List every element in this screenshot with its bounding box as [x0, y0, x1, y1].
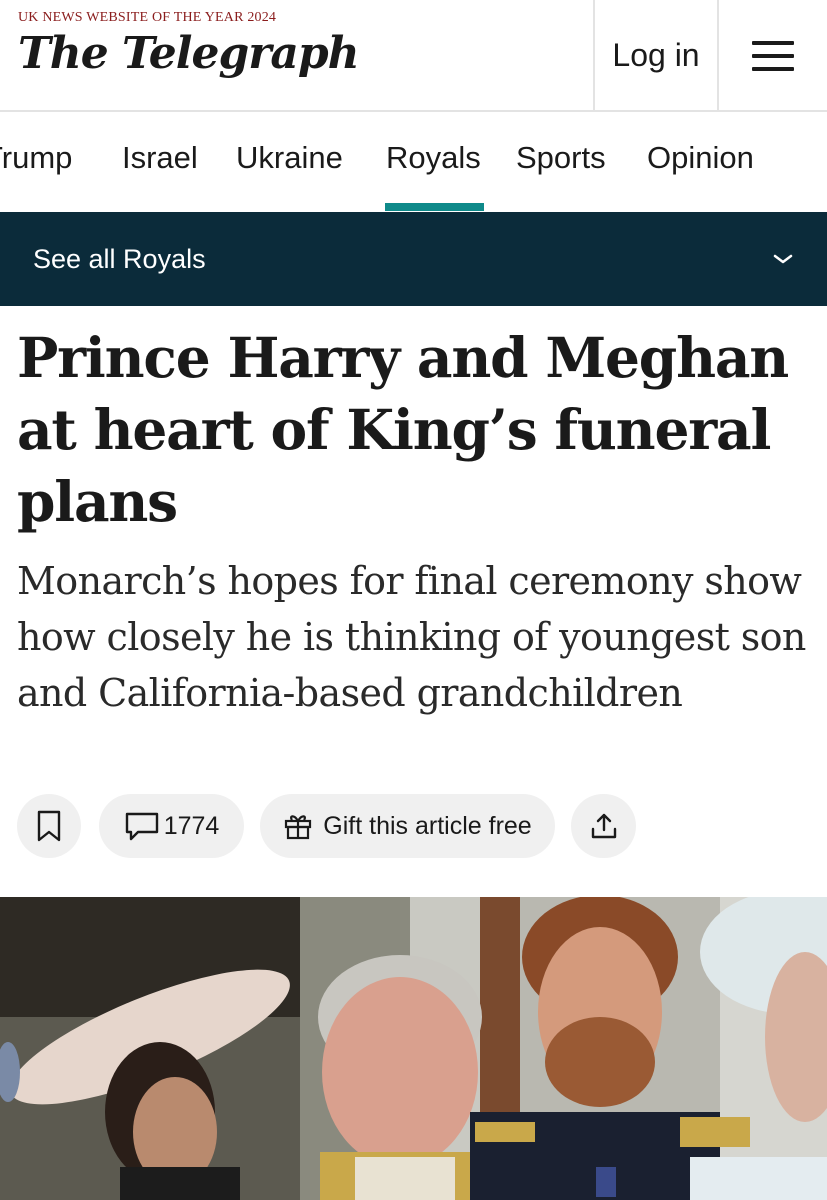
section-nav: Trump Israel Ukraine Royals Sports Opini… [0, 112, 827, 212]
login-button[interactable]: Log in [593, 0, 719, 111]
site-header: UK NEWS WEBSITE OF THE YEAR 2024 The Tel… [0, 0, 827, 112]
share-icon [591, 813, 616, 839]
award-tagline: UK NEWS WEBSITE OF THE YEAR 2024 [18, 10, 277, 25]
active-tab-indicator [385, 203, 484, 211]
nav-item-trump[interactable]: Trump [0, 140, 72, 176]
gift-article-button[interactable]: Gift this article free [260, 794, 555, 858]
nav-item-sports[interactable]: Sports [516, 140, 606, 176]
nav-item-ukraine[interactable]: Ukraine [236, 140, 343, 176]
share-button[interactable] [571, 794, 636, 858]
telegraph-logo[interactable]: The Telegraph [18, 32, 360, 76]
comment-icon [125, 812, 158, 841]
gift-label: Gift this article free [323, 811, 532, 840]
article-standfirst: Monarch’s hopes for final ceremony show … [17, 559, 806, 715]
nav-item-opinion[interactable]: Opinion [647, 140, 754, 176]
bookmark-button[interactable] [17, 794, 81, 858]
royal-family-balcony-photo [0, 897, 827, 1200]
nav-item-royals[interactable]: Royals [386, 140, 481, 176]
article-headline: Prince Harry and Meghan at heart of King… [17, 325, 789, 534]
chevron-down-icon [773, 254, 793, 264]
menu-button[interactable] [719, 0, 827, 111]
bookmark-icon [37, 810, 61, 842]
comments-button[interactable]: 1774 [99, 794, 244, 858]
brand[interactable]: UK NEWS WEBSITE OF THE YEAR 2024 The Tel… [18, 10, 360, 76]
hamburger-menu-icon [752, 40, 794, 71]
see-all-royals-dropdown[interactable]: See all Royals [0, 212, 827, 306]
nav-item-israel[interactable]: Israel [122, 140, 198, 176]
gift-icon [285, 815, 312, 840]
article-hero-photo[interactable] [0, 897, 827, 1200]
nav-scroll-fade [757, 112, 827, 212]
comment-count: 1774 [163, 811, 220, 840]
section-dropdown-label: See all Royals [33, 243, 206, 274]
